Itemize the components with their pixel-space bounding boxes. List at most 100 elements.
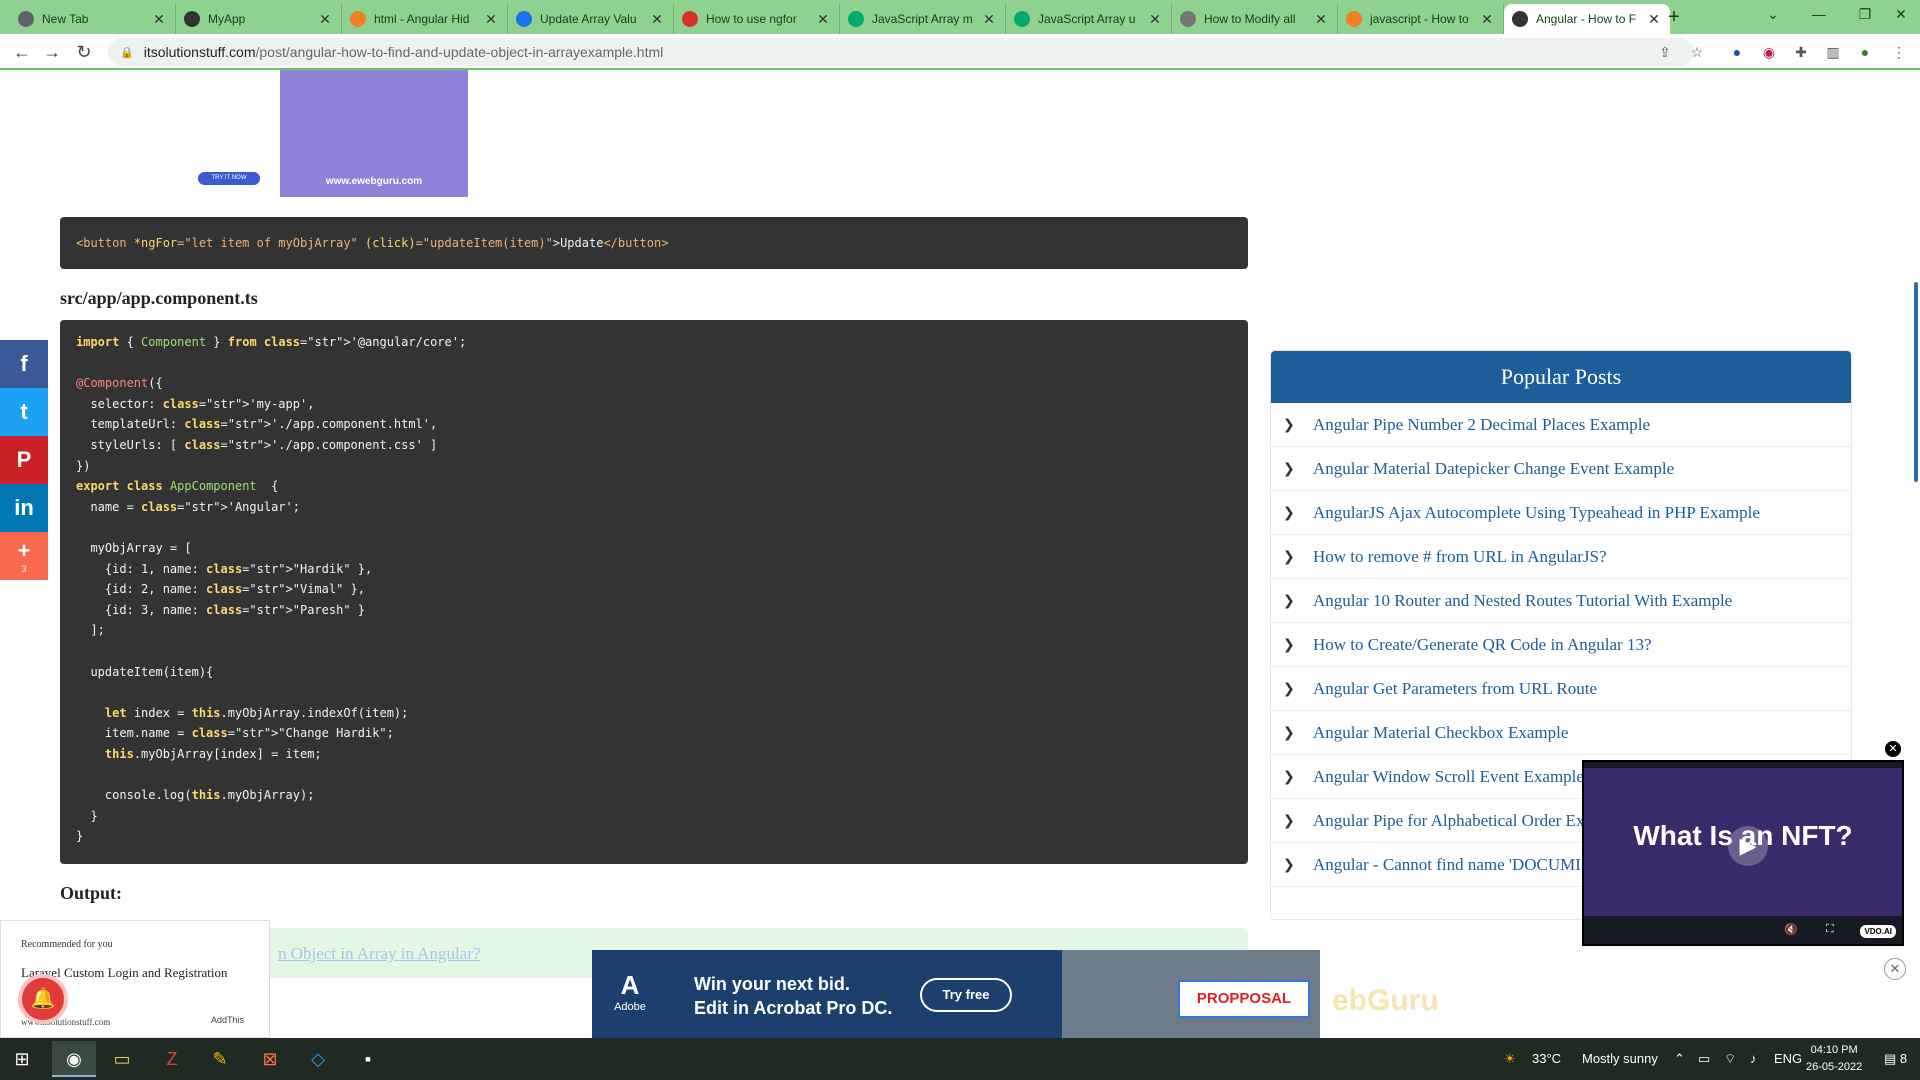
- output-link[interactable]: n Object in Array in Angular?: [278, 944, 481, 964]
- twitter-share-button[interactable]: t: [0, 388, 48, 436]
- popular-post-item[interactable]: ❯ Angular 10 Router and Nested Routes Tut…: [1271, 579, 1851, 623]
- adobe-banner-ad[interactable]: A Adobe Win your next bid. Edit in Acroba…: [592, 950, 1320, 1038]
- ad-try-free-button[interactable]: Try free: [920, 978, 1012, 1012]
- tab-5[interactable]: How to use ngfor ✕: [674, 4, 840, 34]
- video-close-icon[interactable]: ✕: [1885, 741, 1901, 757]
- chrome-taskbar-icon[interactable]: ◉: [52, 1041, 96, 1077]
- extension-color-icon[interactable]: ◉: [1760, 43, 1778, 61]
- close-tab-icon[interactable]: ✕: [981, 11, 997, 28]
- code-line: import { Component } from class="str">'@…: [76, 335, 467, 349]
- close-tab-icon[interactable]: ✕: [815, 11, 831, 28]
- tab-4[interactable]: Update Array Valu ✕: [508, 4, 674, 34]
- address-bar[interactable]: 🔒 itsolutionstuff.com/post/angular-how-t…: [108, 38, 1694, 66]
- close-window-button[interactable]: ✕: [1878, 6, 1920, 23]
- star-icon[interactable]: ☆: [1688, 43, 1706, 61]
- tab-2[interactable]: MyApp ✕: [176, 4, 342, 34]
- tab-7[interactable]: JavaScript Array u ✕: [1006, 4, 1172, 34]
- stackoverflow-icon: [1346, 11, 1362, 27]
- ad-close-icon[interactable]: ✕: [1884, 958, 1906, 980]
- video-player[interactable]: What Is an NFT? ▶ 🔇 ⛶ VDO.AI: [1582, 760, 1904, 946]
- side-ad-fragment[interactable]: ebGuru: [1320, 970, 1570, 1038]
- puzzle-icon[interactable]: ✚: [1792, 43, 1810, 61]
- fullscreen-icon[interactable]: ⛶: [1826, 923, 1834, 936]
- close-tab-icon[interactable]: ✕: [1313, 11, 1329, 28]
- tab-3[interactable]: html - Angular Hid ✕: [342, 4, 508, 34]
- vscode-icon[interactable]: ◇: [296, 1041, 340, 1077]
- close-tab-icon[interactable]: ✕: [317, 11, 333, 28]
- menu-icon[interactable]: ⋮: [1890, 43, 1908, 61]
- notification-center-icon[interactable]: ▤ 8: [1884, 1038, 1907, 1080]
- close-tab-icon[interactable]: ✕: [1479, 11, 1495, 28]
- new-tab-button[interactable]: +: [1662, 6, 1686, 29]
- linkedin-share-button[interactable]: in: [0, 484, 48, 532]
- ad-try-button[interactable]: TRY IT NOW: [198, 172, 260, 185]
- weather-text[interactable]: Mostly sunny: [1582, 1038, 1658, 1080]
- tab-1[interactable]: New Tab ✕: [10, 4, 176, 34]
- popular-post-link[interactable]: How to remove # from URL in AngularJS?: [1313, 547, 1607, 567]
- popular-post-item[interactable]: ❯ AngularJS Ajax Autocomplete Using Typea…: [1271, 491, 1851, 535]
- close-tab-icon[interactable]: ✕: [1646, 11, 1662, 28]
- popular-post-item[interactable]: ❯ Angular Pipe Number 2 Decimal Places Ex…: [1271, 403, 1851, 447]
- terminal-icon[interactable]: ▪: [346, 1041, 390, 1077]
- xampp-icon[interactable]: ⊠: [248, 1041, 292, 1077]
- reload-icon[interactable]: ↻: [72, 40, 96, 64]
- popular-post-item[interactable]: ❯ How to remove # from URL in AngularJS?: [1271, 535, 1851, 579]
- sidebar-icon[interactable]: ▥: [1824, 43, 1842, 61]
- popular-post-link[interactable]: Angular Material Datepicker Change Event…: [1313, 459, 1674, 479]
- tab-6[interactable]: JavaScript Array m ✕: [840, 4, 1006, 34]
- popular-post-item[interactable]: ❯ Angular Material Datepicker Change Even…: [1271, 447, 1851, 491]
- pinterest-share-button[interactable]: P: [0, 436, 48, 484]
- popular-post-link[interactable]: AngularJS Ajax Autocomplete Using Typeah…: [1313, 503, 1760, 523]
- facebook-share-button[interactable]: f: [0, 340, 48, 388]
- share-icon[interactable]: ⇪: [1656, 43, 1674, 61]
- popular-post-link[interactable]: Angular Get Parameters from URL Route: [1313, 679, 1597, 699]
- extension-check-icon[interactable]: ●: [1728, 43, 1746, 61]
- tab-title: Angular - How to F: [1536, 12, 1637, 26]
- popular-post-link[interactable]: Angular - Cannot find name 'DOCUMI: [1313, 855, 1581, 875]
- tab-search-icon[interactable]: ⌄: [1750, 6, 1796, 23]
- tab-8[interactable]: How to Modify all ✕: [1172, 4, 1338, 34]
- close-tab-icon[interactable]: ✕: [483, 11, 499, 28]
- mute-icon[interactable]: 🔇: [1784, 923, 1798, 936]
- chrome-icon: [18, 11, 34, 27]
- close-tab-icon[interactable]: ✕: [649, 11, 665, 28]
- file-explorer-icon[interactable]: ▭: [100, 1041, 144, 1077]
- close-tab-icon[interactable]: ✕: [1147, 11, 1163, 28]
- back-icon[interactable]: ←: [10, 40, 34, 64]
- addthis-share-button[interactable]: +3: [0, 532, 48, 580]
- tab-title: javascript - How to: [1370, 12, 1469, 26]
- chevron-right-icon: ❯: [1283, 592, 1295, 609]
- popular-post-item[interactable]: ❯ How to Create/Generate QR Code in Angul…: [1271, 623, 1851, 667]
- w3schools-icon: [1014, 11, 1030, 27]
- page-scrollbar[interactable]: [1914, 282, 1918, 482]
- tray-up-icon[interactable]: ⌃: [1674, 1038, 1685, 1080]
- popular-post-item[interactable]: ❯ Angular Material Checkbox Example: [1271, 711, 1851, 755]
- ewebguru-ad[interactable]: TRY IT NOW www.ewebguru.com: [196, 70, 468, 197]
- popular-post-link[interactable]: Angular Window Scroll Event Example: [1313, 767, 1584, 787]
- forward-icon[interactable]: →: [40, 40, 64, 64]
- play-icon[interactable]: ▶: [1728, 826, 1768, 866]
- notification-bell-icon[interactable]: 🔔: [18, 974, 68, 1024]
- code-line: @Component({: [76, 376, 163, 391]
- start-icon[interactable]: ⊞: [0, 1041, 44, 1077]
- tray-network-icon[interactable]: ▭: [1698, 1038, 1710, 1080]
- code-token: ="let item of myObjArray": [177, 236, 365, 250]
- popular-post-link[interactable]: Angular Pipe for Alphabetical Order Ex: [1313, 811, 1584, 831]
- popular-post-item[interactable]: ❯ Angular Get Parameters from URL Route: [1271, 667, 1851, 711]
- clock[interactable]: 04:10 PM 26-05-2022: [1806, 1042, 1862, 1076]
- minimize-button[interactable]: —: [1796, 6, 1842, 22]
- tab-9[interactable]: javascript - How to ✕: [1338, 4, 1504, 34]
- app-tool-icon[interactable]: ✎: [198, 1041, 242, 1077]
- popular-post-link[interactable]: Angular Material Checkbox Example: [1313, 723, 1568, 743]
- close-tab-icon[interactable]: ✕: [151, 11, 167, 28]
- popular-post-link[interactable]: Angular Pipe Number 2 Decimal Places Exa…: [1313, 415, 1650, 435]
- tray-volume-icon[interactable]: ♪: [1750, 1038, 1757, 1080]
- tray-wifi-icon[interactable]: ⌔: [1724, 1038, 1736, 1080]
- tab-10[interactable]: Angular - How to F ✕: [1504, 4, 1670, 34]
- popular-post-link[interactable]: How to Create/Generate QR Code in Angula…: [1313, 635, 1652, 655]
- filezilla-icon[interactable]: Z: [150, 1041, 194, 1077]
- popular-post-link[interactable]: Angular 10 Router and Nested Routes Tuto…: [1313, 591, 1732, 611]
- profile-icon[interactable]: ●: [1856, 43, 1874, 61]
- language-indicator[interactable]: ENG: [1774, 1038, 1802, 1080]
